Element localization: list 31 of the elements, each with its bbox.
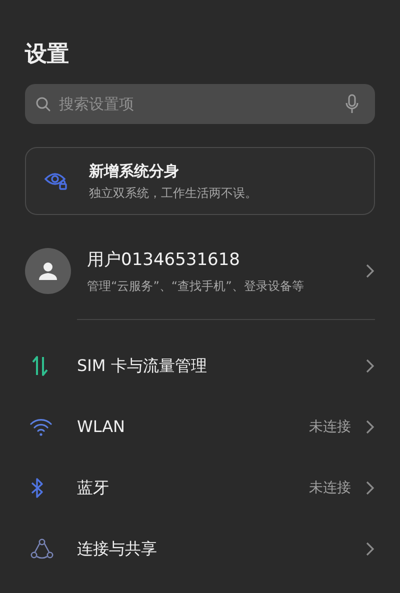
account-subtitle: 管理“云服务”、“查找手机”、登录设备等 [87,278,305,294]
share-nodes-icon [30,538,54,560]
search-icon [35,96,51,112]
chevron-icon [365,541,375,557]
row-label: WLAN [77,416,126,438]
eye-lock-icon [44,170,68,192]
page-title: 设置 [25,41,70,69]
chevron-icon [365,419,375,435]
row-label: 蓝牙 [77,477,110,499]
card-title: 新增系统分身 [89,160,180,182]
row-label: 连接与共享 [77,538,158,560]
chevron-icon [365,358,375,374]
card-subtitle: 独立双系统，工作生活两不误。 [89,185,257,202]
settings-row[interactable]: SIM 卡与流量管理 [25,336,375,396]
row-label: SIM 卡与流量管理 [77,355,208,377]
row-status: 未连接 [309,418,351,436]
microphone-icon[interactable] [345,94,359,114]
account-name: 用户01346531618 [87,249,241,272]
settings-row[interactable]: 蓝牙 未连接 [25,458,375,518]
arrows-icon [30,355,50,377]
chevron-icon [365,480,375,496]
chevron-icon [365,263,375,280]
row-status: 未连接 [309,478,351,498]
search-field[interactable]: 搜索设置项 [25,84,375,124]
settings-row[interactable]: WLAN 未连接 [25,396,375,458]
settings-row[interactable]: 连接与共享 [25,518,375,580]
account-row[interactable]: 用户01346531618 管理“云服务”、“查找手机”、登录设备等 [25,248,375,294]
avatar-icon [25,248,71,294]
wifi-icon [30,418,52,436]
promo-card[interactable]: 新增系统分身 独立双系统，工作生活两不误。 [25,147,375,215]
bluetooth-icon [30,477,44,499]
